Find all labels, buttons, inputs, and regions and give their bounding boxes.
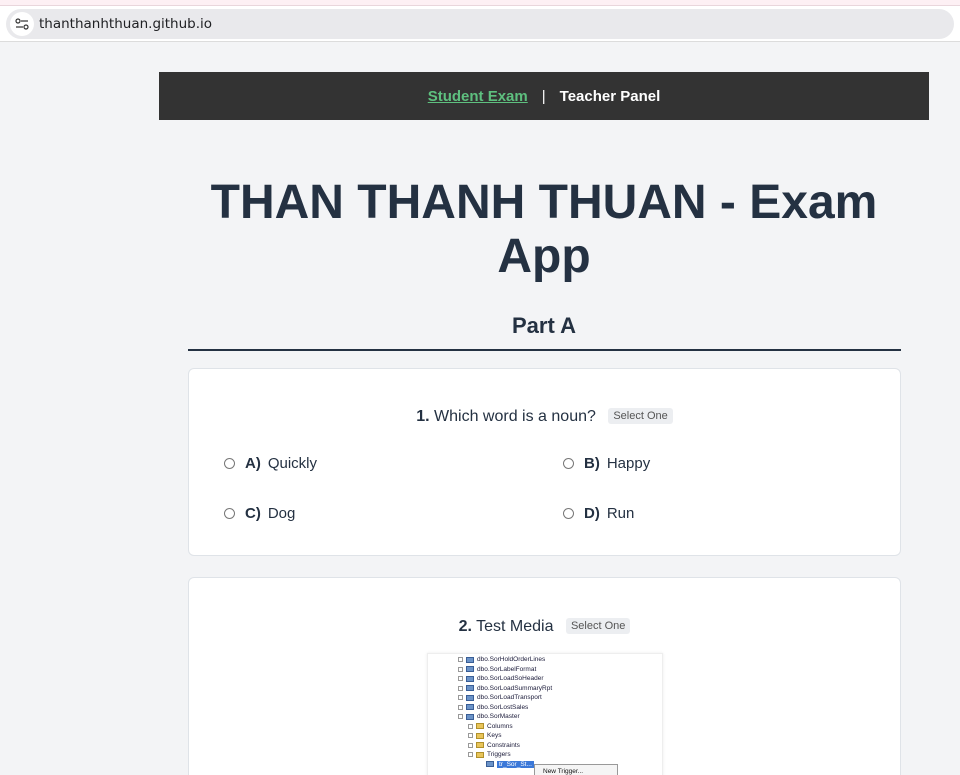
- radio-button[interactable]: [224, 458, 235, 469]
- option-letter: D): [584, 505, 600, 522]
- tree-label: Triggers: [487, 751, 511, 758]
- question-card-2: 2. Test Media Select One dbo.SorHoldOrde…: [188, 577, 901, 775]
- table-icon: [466, 685, 474, 691]
- tree-label: dbo.SorLabelFormat: [477, 665, 537, 673]
- table-icon: [466, 704, 474, 710]
- tree-row: dbo.SorHoldOrderLines: [458, 656, 545, 663]
- trigger-icon: [486, 761, 494, 767]
- tree-label: dbo.SorLoadSoHeader: [477, 675, 544, 682]
- nav-separator: |: [541, 87, 546, 105]
- tree-row: dbo.SorLoadSummaryRpt: [458, 685, 552, 692]
- page-title-line-2: App: [497, 230, 591, 283]
- table-icon: [466, 694, 474, 701]
- tree-row: Constraints: [468, 742, 520, 749]
- expand-icon: [458, 685, 463, 691]
- option-letter: B): [584, 455, 600, 472]
- question-2-media-image: dbo.SorHoldOrderLines dbo.SorLabelFormat…: [427, 653, 663, 775]
- tree-row: Columns: [468, 723, 513, 730]
- browser-address-bar: thanthanhthuan.github.io: [0, 6, 960, 42]
- radio-button[interactable]: [224, 508, 235, 519]
- tree-row: tr_Sor_St...: [486, 760, 534, 768]
- option-letter: C): [245, 505, 261, 522]
- radio-button[interactable]: [563, 508, 574, 519]
- folder-icon: [476, 732, 484, 739]
- tree-label-selected: tr_Sor_St...: [497, 760, 534, 768]
- option-text: Quickly: [267, 455, 318, 472]
- tree-row: Keys: [468, 732, 501, 739]
- expand-icon: [458, 676, 463, 681]
- option-text: Happy: [606, 455, 651, 472]
- part-heading: Part A: [512, 313, 576, 338]
- option-letter: A): [245, 455, 261, 472]
- table-icon: [466, 675, 474, 682]
- question-1-prompt: Which word is a noun?: [434, 408, 596, 425]
- question-2-prompt: Test Media: [476, 618, 554, 635]
- tree-row: dbo.SorLabelFormat: [458, 666, 536, 673]
- folder-icon: [476, 723, 484, 729]
- collapse-icon: [468, 752, 473, 757]
- table-icon: [466, 656, 474, 663]
- collapse-icon: [458, 714, 463, 719]
- tree-label: dbo.SorLoadSummaryRpt: [477, 684, 553, 692]
- option-text: Dog: [267, 505, 296, 522]
- part-divider: [188, 349, 901, 351]
- tree-label: Constraints: [487, 741, 520, 749]
- question-2-number: 2.: [458, 618, 472, 635]
- question-2-type-badge: Select One: [565, 618, 631, 634]
- tree-row: dbo.SorLoadSoHeader: [458, 675, 544, 682]
- url-field[interactable]: thanthanhthuan.github.io: [6, 9, 954, 39]
- question-1-type-badge: Select One: [608, 408, 673, 424]
- tree-label: Columns: [487, 722, 513, 730]
- folder-icon: [476, 742, 484, 748]
- question-1-option-d[interactable]: D) Run: [563, 505, 634, 522]
- tree-label: dbo.SorLoadTransport: [477, 694, 542, 701]
- expand-icon: [458, 666, 463, 672]
- question-1-option-b[interactable]: B) Happy: [563, 455, 650, 472]
- folder-icon: [476, 751, 484, 758]
- option-text: Run: [606, 505, 635, 522]
- expand-icon: [468, 733, 473, 738]
- page-title: THAN THANH THUAN - Exam App: [188, 176, 900, 284]
- tree-row: Triggers: [468, 751, 511, 758]
- expand-icon: [468, 723, 473, 729]
- tree-row: dbo.SorMaster: [458, 713, 520, 720]
- tree-row: dbo.SorLostSales: [458, 704, 528, 711]
- tree-label: dbo.SorLostSales: [477, 703, 529, 711]
- nav-teacher-panel-link[interactable]: Teacher Panel: [560, 88, 661, 105]
- tree-row: dbo.SorLoadTransport: [458, 694, 542, 701]
- site-settings-icon[interactable]: [10, 12, 34, 36]
- question-card-1: 1. Which word is a noun? Select One A) Q…: [188, 368, 901, 556]
- tree-label: dbo.SorHoldOrderLines: [477, 656, 546, 663]
- question-1-option-c[interactable]: C) Dog: [224, 505, 295, 522]
- expand-icon: [458, 695, 463, 700]
- page-title-line-1: THAN THANH THUAN - Exam: [210, 176, 878, 229]
- expand-icon: [468, 742, 473, 748]
- question-2-text: 2. Test Media Select One: [189, 618, 900, 636]
- context-menu: New Trigger...: [534, 764, 618, 775]
- nav-student-exam-link[interactable]: Student Exam: [428, 88, 528, 105]
- table-icon: [466, 666, 474, 672]
- tree-label: Keys: [487, 732, 502, 739]
- url-text: thanthanhthuan.github.io: [39, 16, 213, 32]
- expand-icon: [458, 657, 463, 662]
- question-1-option-a[interactable]: A) Quickly: [224, 455, 317, 472]
- expand-icon: [458, 704, 463, 710]
- question-1-number: 1.: [416, 408, 430, 425]
- tree-label: dbo.SorMaster: [477, 713, 520, 720]
- table-icon: [466, 713, 474, 720]
- context-menu-new-trigger: New Trigger...: [543, 768, 584, 775]
- question-1-text: 1. Which word is a noun? Select One: [189, 408, 900, 426]
- top-nav: Student Exam | Teacher Panel: [159, 72, 929, 120]
- radio-button[interactable]: [563, 458, 574, 469]
